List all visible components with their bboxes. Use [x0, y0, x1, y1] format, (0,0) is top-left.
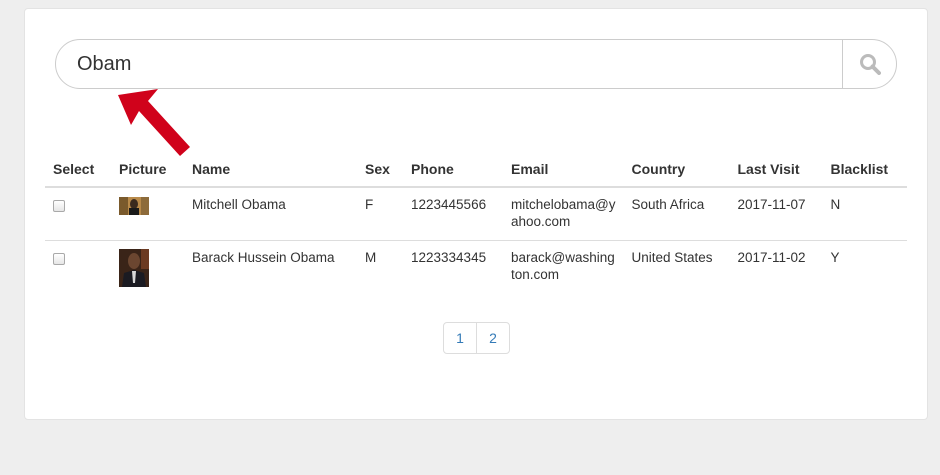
- search-box: [55, 39, 897, 89]
- email-line-1: mitchelobama@y: [511, 197, 616, 212]
- page-1-link[interactable]: 1: [444, 323, 476, 353]
- cell-blacklist: Y: [830, 250, 840, 265]
- email-line-2: ton.com: [511, 267, 560, 282]
- col-select: Select: [45, 155, 111, 188]
- email-line-2: ahoo.com: [511, 214, 571, 229]
- col-country: Country: [623, 155, 730, 188]
- col-blacklist: Blacklist: [822, 155, 907, 188]
- cell-sex: F: [357, 187, 403, 241]
- search-button[interactable]: [842, 40, 896, 88]
- col-sex: Sex: [357, 155, 403, 188]
- users-table: Select Picture Name Sex Phone Email Coun…: [45, 155, 907, 297]
- col-picture: Picture: [111, 155, 184, 188]
- select-checkbox[interactable]: [53, 253, 65, 265]
- col-name: Name: [184, 155, 357, 188]
- page-2-link[interactable]: 2: [476, 323, 509, 353]
- pagination: 1 2: [443, 322, 510, 354]
- email-line-1: barack@washing: [511, 250, 615, 265]
- cell-country: South Africa: [623, 187, 730, 241]
- red-arrow-icon: [118, 89, 190, 156]
- cell-name: Barack Hussein Obama: [192, 250, 335, 265]
- cell-email: barack@washing ton.com: [503, 241, 624, 298]
- table-row: Mitchell Obama F 1223445566 mitchelobama…: [45, 187, 907, 241]
- select-checkbox[interactable]: [53, 200, 65, 212]
- col-phone: Phone: [403, 155, 503, 188]
- search-input[interactable]: [56, 40, 842, 88]
- results-panel: Select Picture Name Sex Phone Email Coun…: [24, 8, 928, 420]
- avatar: [119, 249, 149, 287]
- cell-last-visit: 2017-11-02: [737, 250, 806, 265]
- cell-phone: 1223334345: [411, 250, 487, 265]
- cell-phone: 1223445566: [403, 187, 503, 241]
- avatar: [119, 197, 149, 215]
- table-row: Barack Hussein Obama M 1223334345 barack…: [45, 241, 907, 298]
- cell-name: Mitchell Obama: [184, 187, 357, 241]
- col-email: Email: [503, 155, 624, 188]
- cell-last-visit: 2017-11-07: [729, 187, 823, 241]
- col-last-visit: Last Visit: [729, 155, 823, 188]
- cell-country: United States: [631, 250, 713, 265]
- cell-blacklist: N: [822, 187, 907, 241]
- table-header-row: Select Picture Name Sex Phone Email Coun…: [45, 155, 907, 188]
- cell-sex: M: [365, 250, 377, 265]
- search-icon: [859, 54, 881, 75]
- cell-email: mitchelobama@y ahoo.com: [503, 187, 624, 241]
